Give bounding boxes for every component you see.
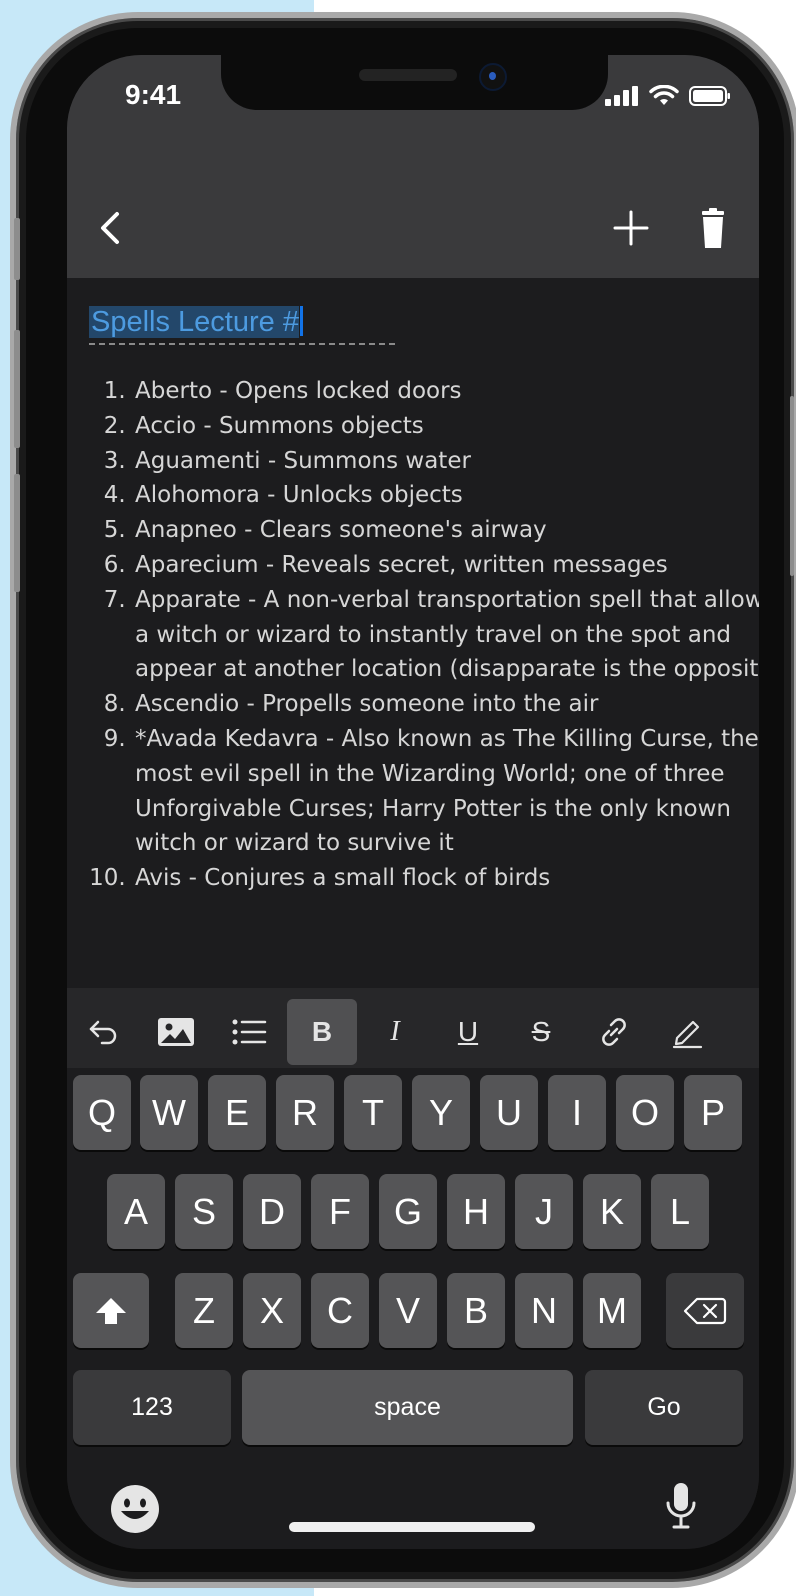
undo-icon	[89, 1020, 117, 1045]
bold-button[interactable]: B	[287, 999, 357, 1065]
volume-up-button	[14, 330, 20, 448]
key-r[interactable]: R	[276, 1075, 334, 1150]
format-toolbar: B I U S	[67, 988, 759, 1068]
silent-switch	[14, 218, 20, 280]
go-key[interactable]: Go	[585, 1370, 743, 1445]
key-c[interactable]: C	[311, 1273, 369, 1348]
key-j[interactable]: J	[515, 1174, 573, 1249]
key-q[interactable]: Q	[73, 1075, 131, 1150]
key-i[interactable]: I	[548, 1075, 606, 1150]
italic-button[interactable]: I	[360, 999, 430, 1065]
key-p[interactable]: P	[684, 1075, 742, 1150]
shift-key[interactable]	[73, 1273, 149, 1348]
list-item: Anapneo - Clears someone's airway	[133, 513, 759, 548]
numbers-key[interactable]: 123	[73, 1370, 231, 1445]
key-o[interactable]: O	[616, 1075, 674, 1150]
text-cursor	[299, 306, 303, 336]
key-t[interactable]: T	[344, 1075, 402, 1150]
list-item: Ascendio - Propells someone into the air	[133, 687, 759, 722]
list-item: Apparate - A non-verbal transportation s…	[133, 583, 759, 687]
highlight-button[interactable]	[652, 999, 722, 1065]
strikethrough-label: S	[531, 1016, 551, 1047]
list-item: Alohomora - Unlocks objects	[133, 478, 759, 513]
undo-button[interactable]	[69, 999, 139, 1065]
key-x[interactable]: X	[243, 1273, 301, 1348]
key-y[interactable]: Y	[412, 1075, 470, 1150]
screen: 9:41 Spells Lecture # 1. Aberto - Opens …	[67, 55, 759, 1549]
list-item: *Avada Kedavra - Also known as The Killi…	[133, 722, 759, 861]
key-f[interactable]: F	[311, 1174, 369, 1249]
backspace-icon	[683, 1297, 727, 1324]
note-editor[interactable]: Spells Lecture # Aberto - Opens locked d…	[67, 278, 759, 988]
list-icon	[232, 1019, 267, 1045]
battery-icon	[689, 86, 730, 106]
delete-button[interactable]	[691, 206, 735, 250]
plus-icon	[613, 210, 649, 246]
trash-icon	[702, 208, 724, 248]
bold-label: B	[311, 1016, 333, 1047]
list-item: Aguamenti - Summons water	[133, 444, 759, 479]
italic-label: I	[390, 1016, 400, 1047]
insert-image-button[interactable]	[141, 999, 211, 1065]
key-k[interactable]: K	[583, 1174, 641, 1249]
list-item: Accio - Summons objects	[133, 409, 759, 444]
spell-list: Aberto - Opens locked doors Accio - Summ…	[87, 374, 759, 896]
wifi-icon	[649, 85, 679, 105]
shift-arrow-icon	[96, 1297, 126, 1324]
key-d[interactable]: D	[243, 1174, 301, 1249]
key-z[interactable]: Z	[175, 1273, 233, 1348]
keyboard: Q W E R T Y U I O P A S D F G H J K L Z …	[67, 1068, 759, 1549]
key-b[interactable]: B	[447, 1273, 505, 1348]
home-indicator[interactable]	[289, 1522, 535, 1532]
list-item: Aberto - Opens locked doors	[133, 374, 759, 409]
dictation-button[interactable]	[663, 1481, 699, 1537]
status-icons	[605, 85, 731, 107]
back-button[interactable]	[91, 206, 135, 250]
key-n[interactable]: N	[515, 1273, 573, 1348]
speaker	[359, 69, 457, 81]
space-key[interactable]: space	[242, 1370, 573, 1445]
underline-label: U	[457, 1016, 479, 1047]
notch	[221, 55, 608, 110]
volume-down-button	[14, 474, 20, 592]
bullet-list-button[interactable]	[214, 999, 284, 1065]
link-button[interactable]	[579, 999, 649, 1065]
chevron-left-icon	[101, 212, 119, 244]
key-u[interactable]: U	[480, 1075, 538, 1150]
underline-button[interactable]: U	[433, 999, 503, 1065]
key-e[interactable]: E	[208, 1075, 266, 1150]
power-button	[790, 396, 794, 576]
key-h[interactable]: H	[447, 1174, 505, 1249]
emoji-icon	[111, 1485, 159, 1533]
strikethrough-button[interactable]: S	[506, 999, 576, 1065]
note-title[interactable]: Spells Lecture #	[89, 306, 395, 345]
pen-icon	[672, 1020, 703, 1049]
list-item: Aparecium - Reveals secret, written mess…	[133, 548, 759, 583]
key-w[interactable]: W	[140, 1075, 198, 1150]
list-item: Avis - Conjures a small flock of birds	[133, 861, 759, 896]
key-a[interactable]: A	[107, 1174, 165, 1249]
emoji-button[interactable]	[109, 1483, 161, 1539]
key-m[interactable]: M	[583, 1273, 641, 1348]
title-selection: Spells Lecture #	[89, 306, 299, 338]
key-g[interactable]: G	[379, 1174, 437, 1249]
backspace-key[interactable]	[666, 1273, 744, 1348]
key-l[interactable]: L	[651, 1174, 709, 1249]
image-icon	[158, 1018, 194, 1046]
add-button[interactable]	[609, 206, 653, 250]
nav-bar	[67, 168, 759, 278]
signal-icon	[605, 86, 638, 106]
key-v[interactable]: V	[379, 1273, 437, 1348]
key-s[interactable]: S	[175, 1174, 233, 1249]
status-time: 9:41	[125, 79, 182, 110]
link-icon	[602, 1018, 626, 1046]
front-camera	[479, 63, 507, 91]
microphone-icon	[666, 1483, 696, 1529]
